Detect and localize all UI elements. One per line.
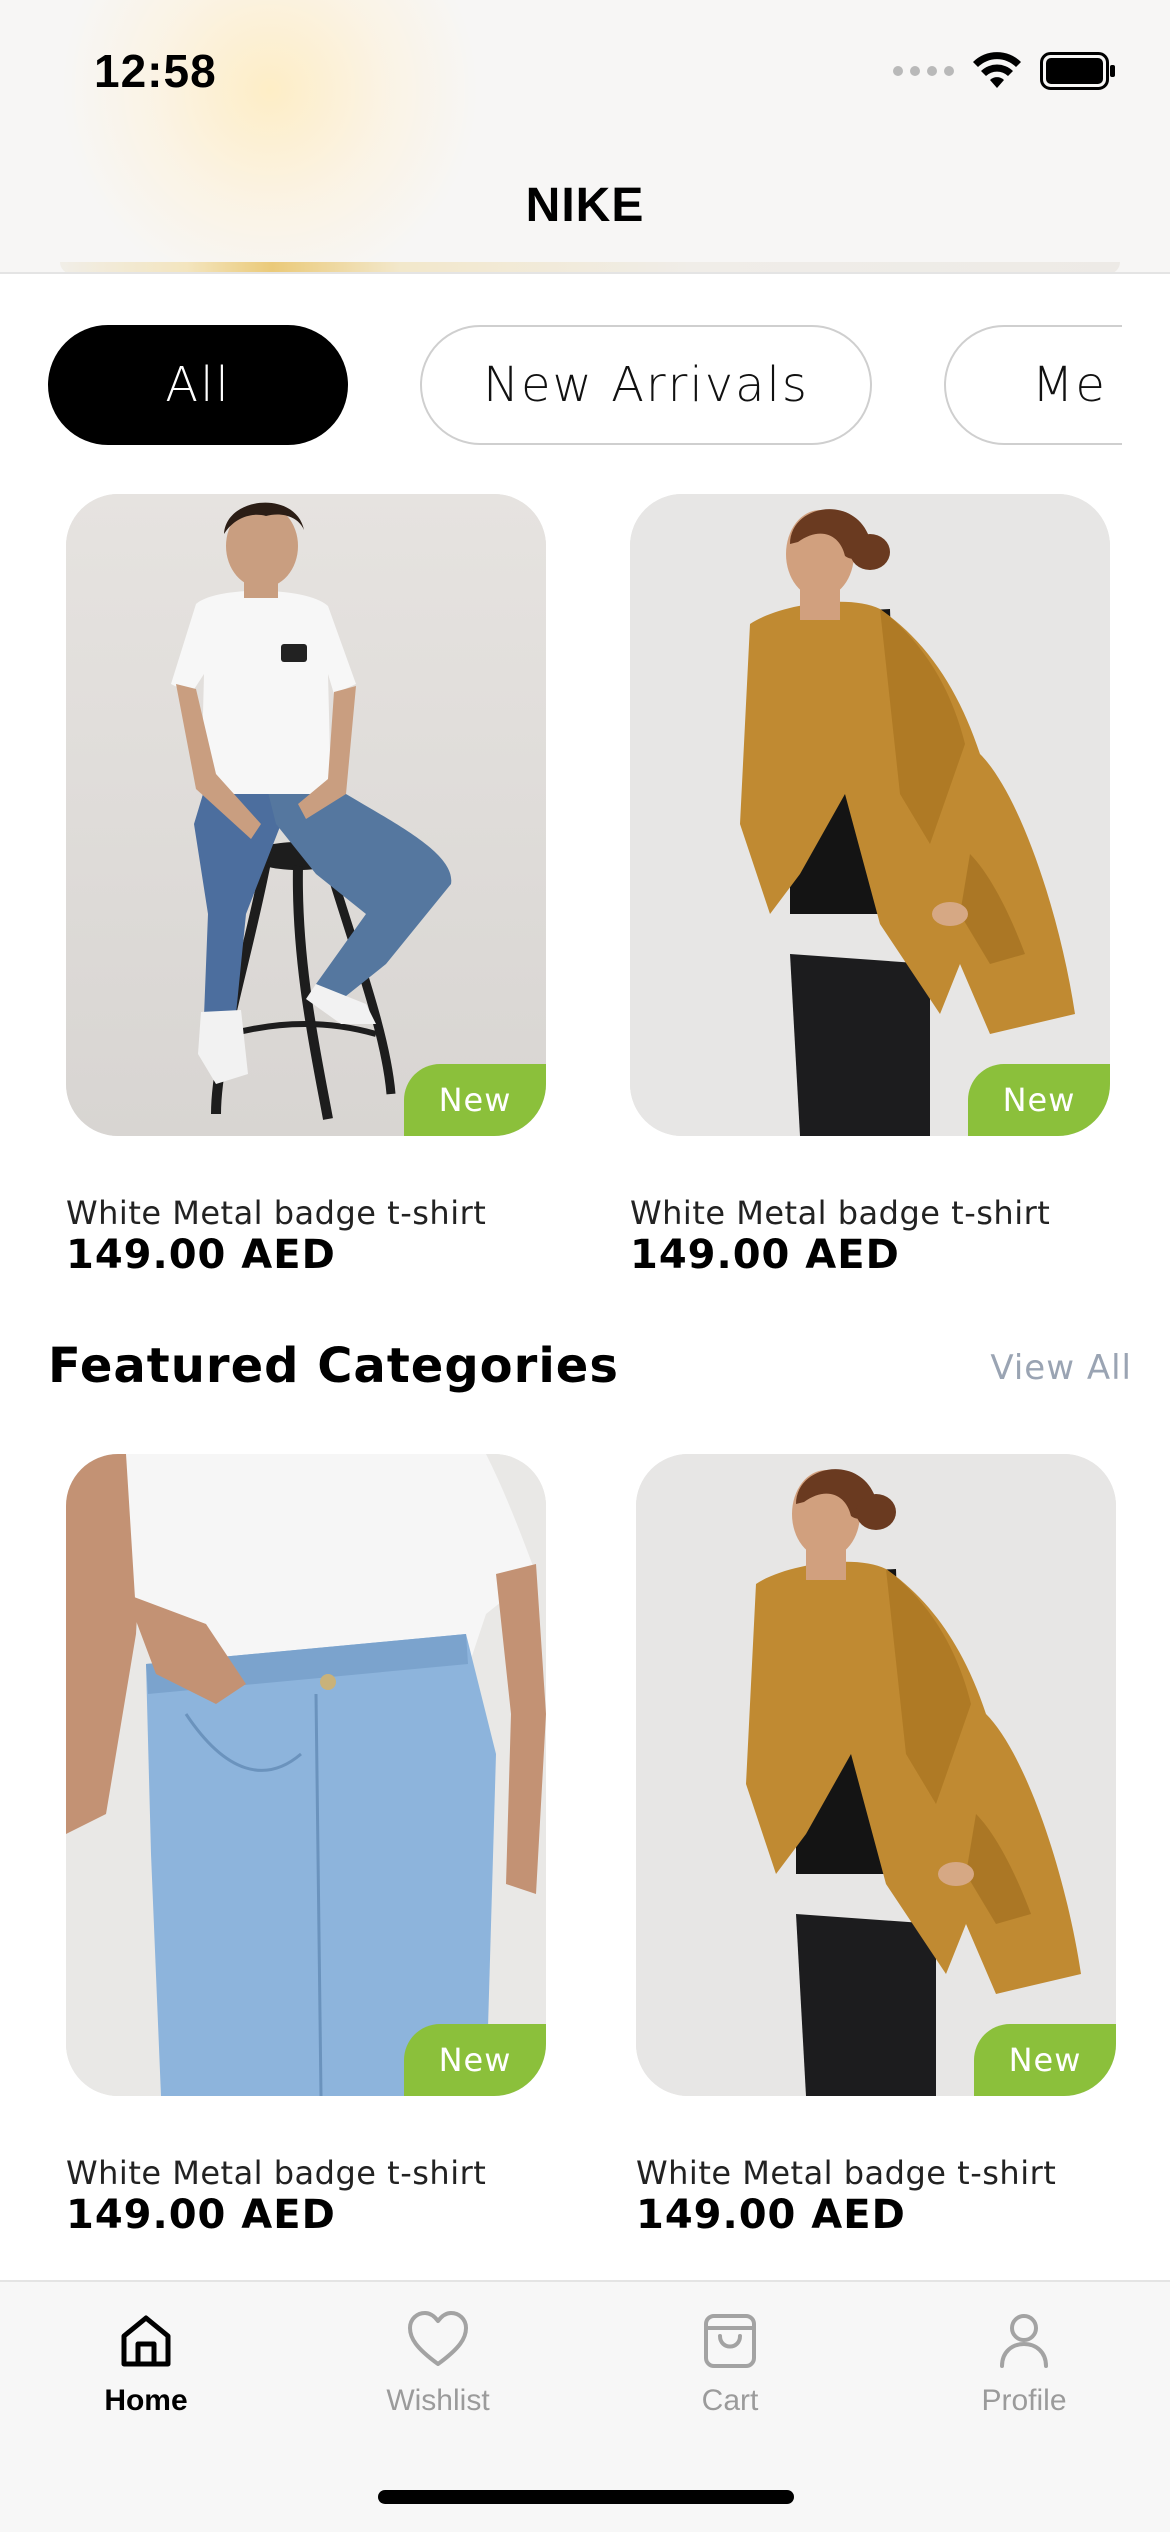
home-indicator	[378, 2490, 794, 2504]
battery-icon	[1040, 52, 1115, 90]
woman-leather-jacket-illustration	[636, 1454, 1116, 2096]
filter-chips: All New Arrivals Me	[48, 325, 1122, 447]
product-card[interactable]: New White Metal badge t-shirt 149.00 AED	[636, 1454, 1116, 2238]
new-badge: New	[968, 1064, 1110, 1136]
product-price: 149.00 AED	[636, 2192, 906, 2238]
tab-wishlist-label: Wishlist	[386, 2384, 490, 2417]
product-price: 149.00 AED	[630, 1232, 900, 1278]
view-all-link[interactable]: View All	[990, 1348, 1132, 1388]
product-card[interactable]: New White Metal badge t-shirt 149.00 AED	[630, 494, 1110, 1278]
product-image-leather-jacket[interactable]: New	[630, 494, 1110, 1136]
product-name[interactable]: White Metal badge t-shirt	[66, 1194, 486, 1232]
product-card[interactable]: New White Metal badge t-shirt 149.00 AED	[66, 1454, 546, 2238]
tab-cart-label: Cart	[701, 2384, 759, 2417]
wifi-icon	[973, 52, 1021, 88]
status-time: 12:58	[94, 45, 217, 97]
status-icons	[893, 52, 1116, 90]
product-card[interactable]: New White Metal badge t-shirt 149.00 AED	[66, 494, 546, 1278]
bag-icon	[704, 2314, 756, 2368]
tab-cart[interactable]: Cart	[620, 2310, 840, 2418]
product-image-leather-jacket[interactable]: New	[636, 1454, 1116, 2096]
jeans-closeup-illustration	[66, 1454, 546, 2096]
product-price: 149.00 AED	[66, 1232, 336, 1278]
home-icon	[121, 2315, 171, 2367]
tab-wishlist[interactable]: Wishlist	[328, 2310, 548, 2418]
section-title: Featured Categories	[48, 1338, 619, 1394]
product-image-jeans[interactable]: New	[66, 1454, 546, 2096]
chip-new-arrivals[interactable]: New Arrivals	[420, 325, 872, 445]
product-name[interactable]: White Metal badge t-shirt	[630, 1194, 1050, 1232]
product-name[interactable]: White Metal badge t-shirt	[636, 2154, 1056, 2192]
new-badge: New	[404, 2024, 546, 2096]
tab-profile-label: Profile	[981, 2384, 1067, 2417]
new-badge: New	[404, 1064, 546, 1136]
person-icon	[1000, 2314, 1048, 2368]
heart-icon	[408, 2311, 468, 2366]
tab-home[interactable]: Home	[36, 2310, 256, 2418]
top-header: 12:58 NIKE	[0, 0, 1170, 274]
product-price: 149.00 AED	[66, 2192, 336, 2238]
banner-peek	[60, 262, 1120, 272]
product-name[interactable]: White Metal badge t-shirt	[66, 2154, 486, 2192]
chip-men[interactable]: Me	[944, 325, 1122, 445]
cellular-signal-icon	[893, 66, 954, 76]
tab-home-label: Home	[104, 2384, 188, 2417]
tab-profile[interactable]: Profile	[914, 2310, 1134, 2418]
product-image-man-tshirt[interactable]: New	[66, 494, 546, 1136]
chip-all[interactable]: All	[48, 325, 348, 445]
man-on-stool-illustration	[66, 494, 546, 1136]
woman-leather-jacket-illustration	[630, 494, 1110, 1136]
new-badge: New	[974, 2024, 1116, 2096]
page-title: NIKE	[525, 179, 645, 232]
